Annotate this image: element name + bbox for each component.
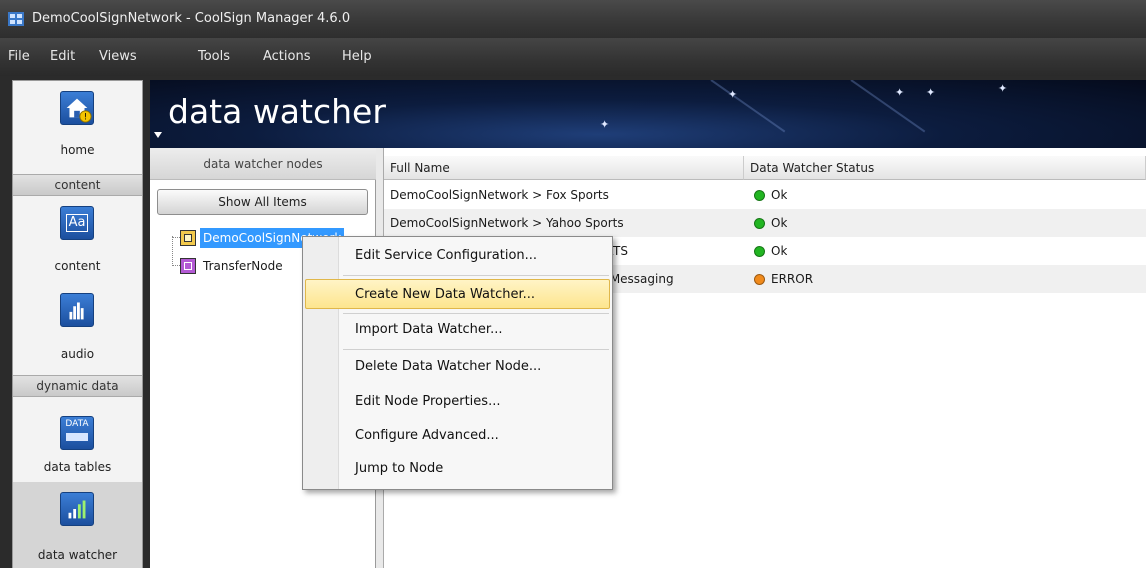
nav-section-content: content (13, 174, 142, 196)
banner-decoration (710, 80, 786, 133)
nav-section-dynamic-data: dynamic data (13, 375, 142, 397)
content-icon: Aa (60, 206, 94, 240)
tree-connector (172, 236, 173, 266)
show-all-items-button[interactable]: Show All Items (157, 189, 368, 215)
nav-home[interactable]: ! home (13, 81, 142, 173)
status-error-icon (754, 274, 765, 285)
menu-views[interactable]: Views (99, 49, 137, 64)
nav-audio-label: audio (60, 347, 95, 361)
row-full-name: DemoCoolSignNetwork > Yahoo Sports (390, 216, 624, 230)
menu-item-label: Edit Service Configuration... (355, 248, 538, 263)
menu-item-label: Delete Data Watcher Node... (355, 359, 542, 374)
banner-dropdown-arrow[interactable] (154, 132, 162, 138)
banner-decoration (850, 80, 926, 133)
nav-content-label: content (54, 259, 101, 273)
left-nav: ! home content Aa content audio dynamic … (12, 80, 143, 568)
svg-text:!: ! (84, 111, 87, 121)
menu-item-label: Create New Data Watcher... (355, 287, 536, 302)
nav-data-watcher[interactable]: data watcher (13, 482, 142, 568)
nav-data-watcher-label: data watcher (37, 548, 118, 562)
database-node-icon (180, 230, 196, 246)
nav-home-label: home (60, 143, 95, 157)
menu-item-label: Jump to Node (355, 461, 444, 476)
menu-tools[interactable]: Tools (198, 49, 230, 64)
menu-item-configure-advanced[interactable]: Configure Advanced... (305, 421, 610, 451)
tree-connector (172, 237, 180, 238)
status-ok-icon (754, 246, 765, 257)
menu-file[interactable]: File (8, 49, 30, 64)
data-tables-icon: DATA (60, 416, 94, 450)
banner-star: ✦ (895, 86, 905, 99)
menu-item-edit-service-configuration[interactable]: Edit Service Configuration... (305, 241, 610, 271)
nav-data-tables-label: data tables (43, 460, 112, 474)
page-title: data watcher (168, 92, 386, 131)
menu-item-label: Edit Node Properties... (355, 394, 501, 409)
menu-bar: File Edit Views Tools Actions Help (0, 38, 1146, 76)
menu-item-label: Configure Advanced... (355, 428, 499, 443)
nav-data-tables[interactable]: DATA data tables (13, 398, 142, 482)
banner-star: ✦ (926, 86, 936, 99)
menu-separator (343, 349, 609, 350)
tree-connector (172, 265, 180, 266)
column-header-full-name[interactable]: Full Name (384, 156, 744, 180)
menu-item-jump-to-node[interactable]: Jump to Node (305, 454, 610, 484)
audio-icon (60, 293, 94, 327)
banner-star: ✦ (998, 82, 1008, 95)
menu-item-edit-node-properties[interactable]: Edit Node Properties... (305, 387, 610, 417)
status-ok-icon (754, 190, 765, 201)
banner-star: ✦ (600, 118, 610, 131)
table-row[interactable]: DemoCoolSignNetwork > Yahoo Sports Ok (384, 209, 1146, 237)
row-status: Ok (771, 188, 788, 202)
context-menu: Edit Service Configuration... Create New… (302, 236, 613, 490)
home-icon: ! (60, 91, 94, 125)
data-watcher-icon (60, 492, 94, 526)
table-row[interactable]: DemoCoolSignNetwork > Fox Sports Ok (384, 181, 1146, 209)
title-bar: DemoCoolSignNetwork - CoolSign Manager 4… (0, 0, 1146, 38)
app-icon (8, 12, 24, 26)
main-body: data watcher nodes Show All Items DemoCo… (150, 148, 1146, 568)
row-status: Ok (771, 216, 788, 230)
menu-actions[interactable]: Actions (263, 49, 311, 64)
tree-node-label: TransferNode (203, 259, 283, 273)
row-full-name: DemoCoolSignNetwork > Fox Sports (390, 188, 609, 202)
nav-audio[interactable]: audio (13, 287, 142, 375)
row-status: ERROR (771, 272, 814, 286)
tree-header: data watcher nodes (150, 148, 376, 180)
menu-item-delete-data-watcher-node[interactable]: Delete Data Watcher Node... (305, 352, 610, 382)
column-header-status[interactable]: Data Watcher Status (744, 156, 1146, 180)
transfer-node-icon (180, 258, 196, 274)
banner-star: ✦ (728, 88, 738, 101)
menu-item-create-new-data-watcher[interactable]: Create New Data Watcher... (305, 279, 610, 309)
page-banner: ✦ ✦ ✦ ✦ ✦ data watcher (150, 80, 1146, 148)
menu-separator (343, 313, 609, 314)
menu-separator (343, 275, 609, 276)
row-status: Ok (771, 244, 788, 258)
menu-item-label: Import Data Watcher... (355, 322, 503, 337)
menu-item-import-data-watcher[interactable]: Import Data Watcher... (305, 315, 610, 345)
menu-help[interactable]: Help (342, 49, 372, 64)
menu-edit[interactable]: Edit (50, 49, 75, 64)
status-ok-icon (754, 218, 765, 229)
window-title: DemoCoolSignNetwork - CoolSign Manager 4… (32, 11, 351, 26)
nav-content[interactable]: Aa content (13, 197, 142, 287)
